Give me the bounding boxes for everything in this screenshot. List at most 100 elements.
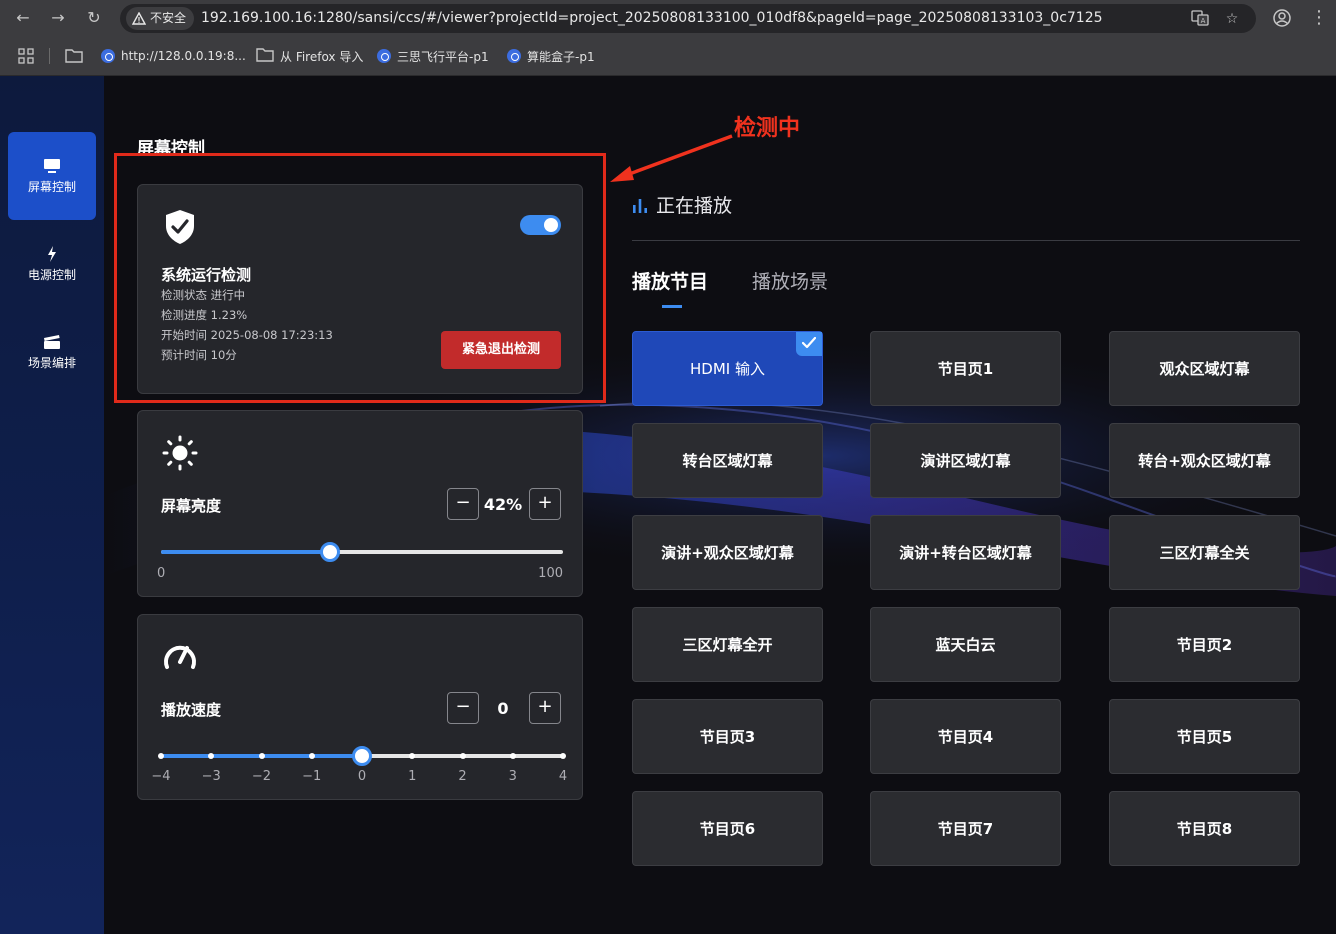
- program-tile-label: HDMI 输入: [690, 360, 765, 378]
- bookmark-label: 从 Firefox 导入: [280, 49, 364, 64]
- security-label: 不安全: [150, 11, 187, 25]
- apps-grid-icon[interactable]: [18, 48, 34, 64]
- brightness-min-label: 0: [157, 566, 166, 581]
- brightness-slider[interactable]: [161, 542, 563, 562]
- program-tile[interactable]: 三区灯幕全开: [632, 607, 823, 682]
- program-tile[interactable]: 演讲+观众区域灯幕: [632, 515, 823, 590]
- brightness-card: 屏幕亮度 − 42% + 0 100: [137, 410, 583, 597]
- security-chip[interactable]: 不安全: [126, 7, 195, 30]
- program-tile[interactable]: 演讲区域灯幕: [870, 423, 1061, 498]
- sidebar-item-power-control[interactable]: 电源控制: [8, 220, 96, 308]
- brightness-increase-button[interactable]: +: [529, 488, 561, 520]
- sidebar-item-scene-arrangement[interactable]: 场景编排: [8, 308, 96, 396]
- bookmark-folder[interactable]: 从 Firefox 导入: [256, 46, 363, 66]
- sidebar-item-screen-control[interactable]: 屏幕控制: [8, 132, 96, 220]
- bookmark-item[interactable]: 三思飞行平台-p1: [377, 46, 489, 66]
- speed-tick-label: 0: [357, 769, 367, 784]
- tab-play-scene[interactable]: 播放场景: [752, 267, 828, 294]
- speed-value: 0: [497, 699, 509, 718]
- address-bar[interactable]: 不安全 192.169.100.16:1280/sansi/ccs/#/view…: [120, 4, 1256, 33]
- site-icon: [507, 49, 521, 63]
- brightness-slider-thumb[interactable]: [319, 542, 340, 562]
- brightness-decrease-button[interactable]: −: [447, 488, 479, 520]
- program-tile[interactable]: HDMI 输入: [632, 331, 823, 406]
- annotation-label: 检测中: [734, 116, 801, 141]
- speed-tick-label: −4: [151, 769, 171, 784]
- profile-icon[interactable]: [1272, 8, 1292, 28]
- site-icon: [377, 49, 391, 63]
- sidebar: 屏幕控制 电源控制 场景编排: [0, 76, 104, 934]
- bookmark-label: 三思飞行平台-p1: [397, 49, 489, 64]
- speed-tick-label: −1: [302, 769, 322, 784]
- bookmark-divider: [49, 48, 50, 64]
- program-tile[interactable]: 节目页1: [870, 331, 1061, 406]
- now-playing-header: 正在播放: [632, 191, 732, 218]
- program-tile-label: 演讲区域灯幕: [920, 452, 1011, 470]
- speed-tick-dot: [208, 753, 215, 759]
- program-tile-label: 蓝天白云: [935, 636, 996, 654]
- program-tile[interactable]: 节目页8: [1109, 791, 1300, 866]
- warning-icon: [132, 12, 146, 25]
- brightness-value: 42%: [483, 495, 523, 514]
- brightness-label: 屏幕亮度: [161, 497, 222, 515]
- sun-icon: [162, 435, 198, 471]
- program-tile-label: 节目页5: [1176, 728, 1233, 746]
- bar-chart-icon: [633, 198, 647, 213]
- speed-increase-button[interactable]: +: [529, 692, 561, 724]
- program-tile[interactable]: 节目页2: [1109, 607, 1300, 682]
- url-text[interactable]: 192.169.100.16:1280/sansi/ccs/#/viewer?p…: [201, 4, 1103, 33]
- site-icon: [101, 49, 115, 63]
- program-tile[interactable]: 演讲+转台区域灯幕: [870, 515, 1061, 590]
- program-tile[interactable]: 观众区域灯幕: [1109, 331, 1300, 406]
- tab-active-indicator: [662, 305, 682, 308]
- bookmarks-bar: http://128.0.0.19:8... 从 Firefox 导入 三思飞行…: [0, 36, 1336, 76]
- program-tile[interactable]: 节目页3: [632, 699, 823, 774]
- program-tile-label: 节目页2: [1176, 636, 1233, 654]
- program-tile[interactable]: 三区灯幕全关: [1109, 515, 1300, 590]
- lightning-icon: [48, 245, 56, 262]
- program-tile[interactable]: 蓝天白云: [870, 607, 1061, 682]
- now-playing-label: 正在播放: [656, 195, 733, 217]
- program-tile-label: 节目页4: [937, 728, 994, 746]
- sidebar-item-label: 屏幕控制: [27, 179, 76, 194]
- clapperboard-icon: [44, 334, 60, 349]
- program-tile[interactable]: 节目页4: [870, 699, 1061, 774]
- speed-slider-thumb[interactable]: [352, 746, 372, 766]
- program-tile-label: 三区灯幕全关: [1159, 544, 1250, 562]
- bookmark-label: http://128.0.0.19:8...: [121, 49, 246, 63]
- annotation-highlight-box: [114, 153, 606, 403]
- program-tile[interactable]: 节目页7: [870, 791, 1061, 866]
- program-tile-label: 节目页1: [937, 360, 994, 378]
- speed-tick-label: −3: [201, 769, 221, 784]
- back-icon[interactable]: ←: [12, 7, 34, 29]
- program-tile-label: 转台区域灯幕: [682, 452, 773, 470]
- more-menu-icon[interactable]: ⋮: [1310, 7, 1328, 29]
- program-tile[interactable]: 转台区域灯幕: [632, 423, 823, 498]
- speed-tick-label: 4: [558, 769, 568, 784]
- program-tile-label: 演讲+观众区域灯幕: [661, 544, 794, 562]
- sidebar-item-label: 电源控制: [27, 267, 76, 282]
- translate-icon[interactable]: A: [1190, 9, 1210, 29]
- program-tile[interactable]: 节目页5: [1109, 699, 1300, 774]
- speed-tick-dot: [308, 753, 315, 759]
- bookmark-item[interactable]: http://128.0.0.19:8...: [101, 46, 246, 66]
- reload-icon[interactable]: ↻: [83, 7, 105, 29]
- monitor-icon: [44, 158, 60, 173]
- speed-tick-label: 3: [508, 769, 517, 784]
- star-icon[interactable]: ☆: [1222, 9, 1242, 29]
- program-tile[interactable]: 节目页6: [632, 791, 823, 866]
- annotation-arrow-icon: [610, 134, 733, 182]
- program-tile[interactable]: 转台+观众区域灯幕: [1109, 423, 1300, 498]
- bookmark-label: 算能盒子-p1: [527, 49, 595, 64]
- browser-toolbar: ← → ↻ 不安全 192.169.100.16:1280/sansi/ccs/…: [0, 0, 1336, 36]
- svg-text:A: A: [1201, 17, 1206, 25]
- bookmark-item[interactable]: 算能盒子-p1: [507, 46, 595, 66]
- forward-icon[interactable]: →: [47, 7, 69, 29]
- folder-icon[interactable]: [65, 48, 83, 63]
- speed-decrease-button[interactable]: −: [447, 692, 479, 724]
- tab-play-program[interactable]: 播放节目: [632, 267, 708, 294]
- check-icon: [796, 332, 822, 356]
- speed-slider[interactable]: [158, 746, 566, 766]
- program-tile-label: 演讲+转台区域灯幕: [899, 544, 1032, 562]
- speedometer-icon: [164, 645, 196, 669]
